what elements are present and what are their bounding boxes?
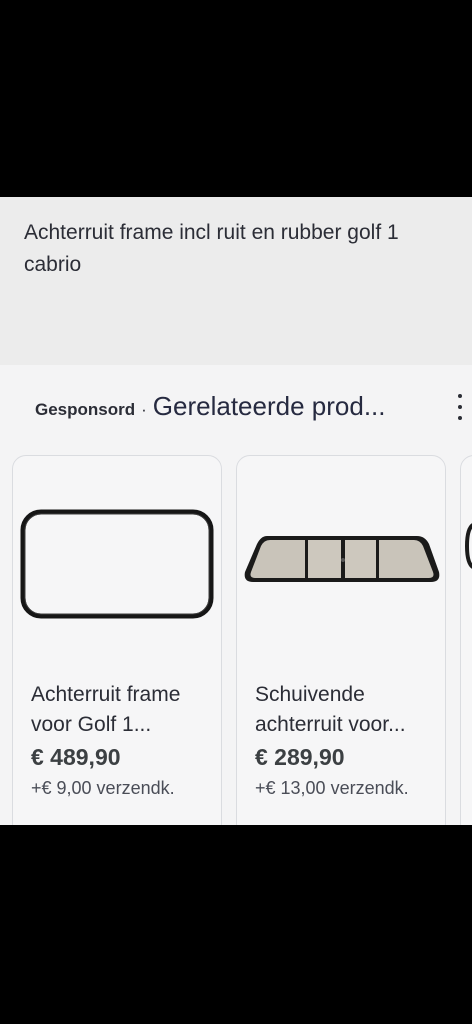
sliding-window-icon bbox=[237, 490, 445, 630]
product-card[interactable]: Achterruit frame voor Golf 1... € 489,90… bbox=[12, 455, 222, 825]
product-description: Achterruit frame incl ruit en rubber gol… bbox=[24, 221, 399, 276]
product-shipping: +€ 9,00 verzendk. bbox=[31, 778, 175, 798]
sponsored-label: Gesponsord bbox=[35, 400, 136, 419]
product-image-partial bbox=[465, 523, 472, 569]
product-name-line-2: voor Golf 1... bbox=[31, 713, 152, 736]
product-price: € 489,90 bbox=[31, 744, 121, 770]
product-name-line-2: achterruit voor... bbox=[255, 713, 406, 736]
product-card[interactable]: Schuivende achterruit voor... € 289,90 +… bbox=[236, 455, 446, 825]
product-name-line-1: Schuivende bbox=[255, 683, 365, 706]
sponsored-section: Gesponsord · Gerelateerde prod... Achter… bbox=[0, 365, 472, 825]
app-screen: Achterruit frame incl ruit en rubber gol… bbox=[0, 197, 472, 825]
related-products-title: Gerelateerde prod... bbox=[152, 391, 386, 421]
sponsored-header: Gesponsord · Gerelateerde prod... bbox=[35, 391, 386, 421]
product-price: € 289,90 bbox=[255, 744, 345, 770]
product-name-line-1: Achterruit frame bbox=[31, 683, 181, 706]
more-options-icon[interactable] bbox=[452, 394, 468, 420]
header-separator: · bbox=[141, 400, 147, 419]
window-frame-icon bbox=[13, 490, 221, 630]
product-shipping: +€ 13,00 verzendk. bbox=[255, 778, 409, 798]
product-card-partial[interactable] bbox=[460, 455, 472, 825]
